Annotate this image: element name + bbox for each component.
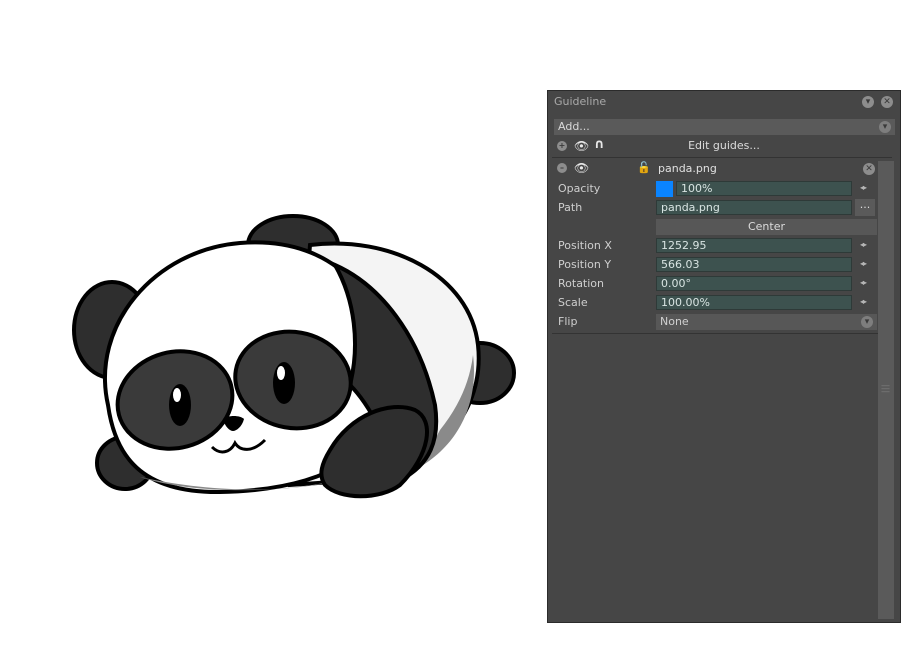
opacity-label: Opacity [558,182,601,195]
eye-icon[interactable]: 👁 [574,161,589,175]
divider [552,157,892,158]
path-row: Path panda.png ... [548,199,888,218]
flip-dropdown[interactable]: None ▾ [656,314,877,330]
minimize-icon[interactable]: ▾ [862,96,874,108]
browse-button[interactable]: ... [855,199,875,216]
position-y-label: Position Y [558,258,612,271]
panel-titlebar: Guideline ▾ ✕ [548,91,900,113]
guideline-panel: Guideline ▾ ✕ Add... ▾ + 👁 ∩ Edit guides… [547,90,901,623]
rotation-field[interactable]: 0.00° [656,276,852,291]
guides-toolbar: + 👁 ∩ Edit guides... [548,137,900,155]
add-dropdown[interactable]: Add... ▾ [554,119,895,135]
center-button[interactable]: Center [656,219,877,235]
position-y-field[interactable]: 566.03 [656,257,852,272]
minimize-icon[interactable]: – [557,163,567,173]
arrows-icon[interactable]: ◂▸ [860,278,867,287]
scroll-grip-icon: — — — [881,381,890,397]
close-icon[interactable]: ✕ [881,96,893,108]
scale-label: Scale [558,296,588,309]
flip-row: Flip None ▾ [548,313,888,332]
panda-image [72,214,516,499]
arrows-icon[interactable]: ◂▸ [860,259,867,268]
close-icon[interactable]: ✕ [863,163,875,175]
flip-value: None [660,315,689,328]
arrows-icon[interactable]: ◂▸ [860,240,867,249]
arrows-icon[interactable]: ◂▸ [860,297,867,306]
panel-title: Guideline [554,95,607,108]
layer-name: panda.png [658,162,717,175]
dropdown-icon: ▾ [861,316,873,328]
color-swatch[interactable] [656,181,673,197]
scale-row: Scale 100.00% ◂▸ [548,294,888,313]
opacity-field[interactable]: 100% [676,181,852,196]
add-label: Add... [558,120,590,133]
position-y-row: Position Y 566.03 ◂▸ [548,256,888,275]
dropdown-icon: ▾ [879,121,891,133]
rotation-label: Rotation [558,277,605,290]
unlock-icon[interactable]: 🔓 [637,161,651,174]
edit-guides-button[interactable]: Edit guides... [548,139,900,152]
scale-field[interactable]: 100.00% [656,295,852,310]
position-x-row: Position X 1252.95 ◂▸ [548,237,888,256]
path-field[interactable]: panda.png [656,200,852,215]
flip-label: Flip [558,315,578,328]
center-row: Center [548,218,888,237]
arrows-icon[interactable]: ◂▸ [860,183,867,192]
position-x-label: Position X [558,239,612,252]
path-label: Path [558,201,583,214]
opacity-row: Opacity 100% ◂▸ [548,180,888,199]
rotation-row: Rotation 0.00° ◂▸ [548,275,888,294]
guide-layer-row[interactable]: – 👁 🔓 panda.png ✕ [548,161,888,177]
position-x-field[interactable]: 1252.95 [656,238,852,253]
divider [552,333,878,334]
scrollbar[interactable]: — — — [878,161,894,619]
